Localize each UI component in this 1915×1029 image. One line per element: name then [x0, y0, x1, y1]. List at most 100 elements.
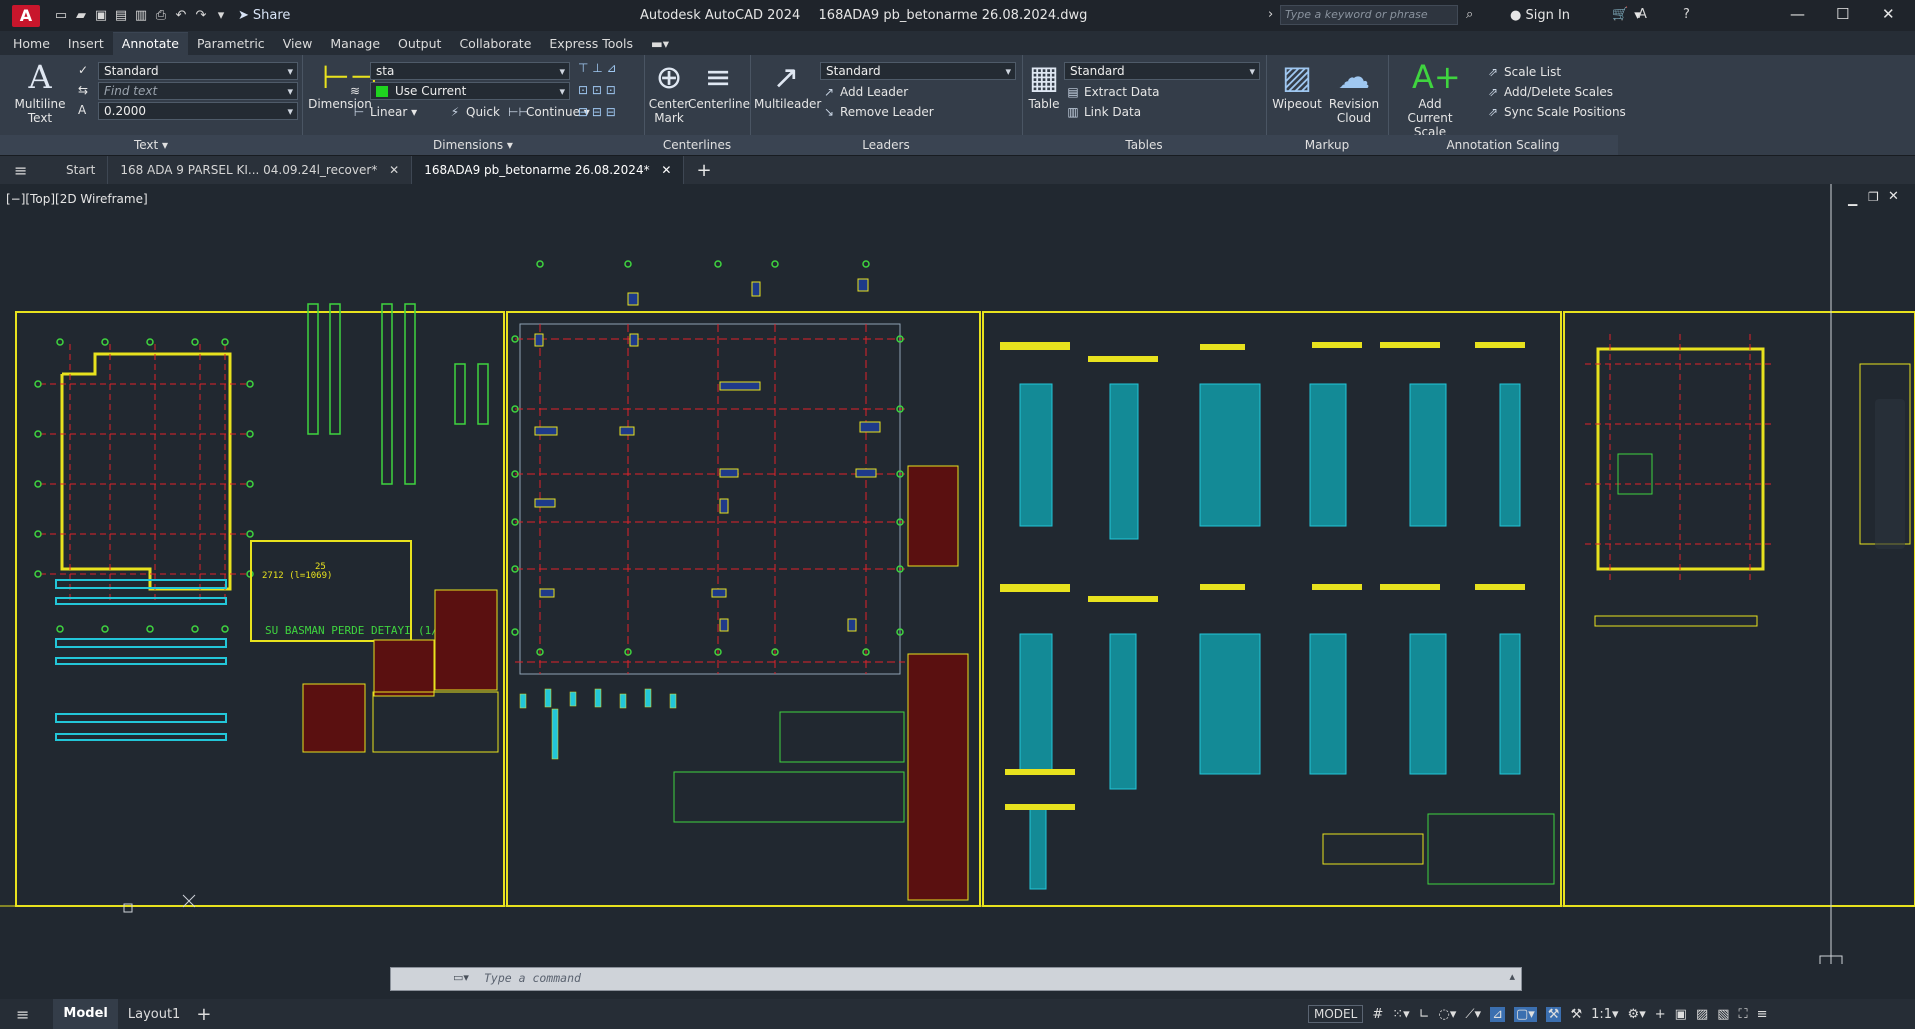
file-tab-active[interactable]: 168ADA9 pb_betonarme 26.08.2024* ✕	[412, 156, 685, 184]
scale-list-button[interactable]: ⇗ Scale List	[1486, 65, 1561, 79]
dim-style-combo[interactable]: sta	[370, 62, 570, 80]
drawing-viewport[interactable]: [−][Top][2D Wireframe] ▁ ❐ ✕ 2712 (l=106…	[0, 184, 1915, 964]
hardware-accel-icon[interactable]: ▨	[1696, 1007, 1708, 1022]
file-tab-recover[interactable]: 168 ADA 9 PARSEL KI... 04.09.24l_recover…	[108, 156, 413, 184]
tab-parametric[interactable]: Parametric	[188, 33, 274, 55]
close-icon[interactable]: ✕	[661, 163, 671, 177]
minimize-button[interactable]: —	[1790, 5, 1805, 23]
navigation-bar[interactable]	[1870, 399, 1910, 549]
publish-icon[interactable]: ▥	[134, 8, 148, 23]
customize-toolbar-icon[interactable]: ▾	[214, 8, 228, 23]
tab-annotate[interactable]: Annotate	[112, 32, 188, 55]
snap-icon[interactable]: ⁙▾	[1392, 1007, 1409, 1022]
dim-layer-combo[interactable]: Use Current	[370, 82, 570, 100]
nav-wheel-icon[interactable]	[1875, 399, 1905, 549]
ortho-icon[interactable]: ∟	[1419, 1007, 1430, 1022]
multileader-button[interactable]: ↗ Multileader	[754, 59, 821, 111]
linear-dim-button[interactable]: ⊢ Linear ▾	[352, 105, 417, 119]
revision-cloud-button[interactable]: ☁ Revision Cloud	[1326, 59, 1382, 125]
autocad-logo-icon[interactable]: A	[12, 4, 40, 27]
centerline-button[interactable]: ≡ Centerline	[688, 59, 750, 111]
autodesk-account-icon[interactable]: A	[1638, 7, 1647, 22]
dim-tools-icons-row2[interactable]: ⊡ ⊡ ⊡	[578, 83, 616, 97]
add-leader-button[interactable]: ↗ Add Leader	[822, 85, 908, 99]
model-layout-tab[interactable]: Model	[53, 999, 118, 1029]
table-style-combo[interactable]: Standard	[1064, 62, 1260, 80]
quick-dim-button[interactable]: ⚡ Quick	[448, 105, 500, 119]
share-button[interactable]: ➤ Share	[238, 8, 290, 23]
isolate-icon[interactable]: ▣	[1675, 1007, 1687, 1022]
new-tab-icon[interactable]: +	[696, 160, 711, 181]
layout-menu-icon[interactable]: ≡	[16, 1005, 29, 1024]
search-expand-icon[interactable]: ›	[1268, 7, 1273, 22]
command-prompt-icon[interactable]: ▭▾	[453, 971, 469, 984]
plot-icon[interactable]: ⎙	[154, 8, 168, 23]
hamburger-menu-icon[interactable]: ≡	[14, 161, 34, 180]
link-data-button[interactable]: ▥ Link Data	[1066, 105, 1141, 119]
extract-data-button[interactable]: ▤ Extract Data	[1066, 85, 1159, 99]
autoscale-icon[interactable]: ⚒	[1570, 1007, 1582, 1022]
close-icon[interactable]: ✕	[389, 163, 399, 177]
maximize-button[interactable]: ☐	[1836, 5, 1849, 23]
text-panel-title[interactable]: Text ▾	[0, 135, 302, 155]
help-search-input[interactable]: Type a keyword or phrase	[1280, 5, 1458, 25]
customize-status-icon[interactable]: ≡	[1757, 1007, 1768, 1022]
wipeout-button[interactable]: ▨ Wipeout	[1270, 59, 1324, 111]
tab-collaborate[interactable]: Collaborate	[450, 33, 540, 55]
osnap-icon[interactable]: ⊿	[1490, 1006, 1505, 1022]
annotation-visibility-icon[interactable]: ⚒	[1545, 1006, 1562, 1022]
dimension-button[interactable]: ⊢⊣ Dimension	[308, 59, 378, 111]
polar-icon[interactable]: ◌▾	[1439, 1007, 1457, 1022]
search-icon[interactable]: ⌕	[1466, 7, 1473, 22]
model-space-toggle[interactable]: MODEL	[1308, 1005, 1364, 1023]
tab-view[interactable]: View	[274, 33, 322, 55]
find-text-input[interactable]: Find text	[98, 82, 298, 100]
leaders-panel-title[interactable]: Leaders	[750, 135, 1022, 155]
grid-icon[interactable]: #	[1372, 1007, 1383, 1022]
dim-tools-icons-row1[interactable]: ⊤ ⊥ ⊿	[578, 61, 617, 75]
fullscreen-icon[interactable]: ⛶	[1739, 1007, 1748, 1022]
add-layout-icon[interactable]: +	[196, 1004, 211, 1025]
mleader-style-combo[interactable]: Standard	[820, 62, 1016, 80]
tab-express-tools[interactable]: Express Tools	[540, 33, 642, 55]
text-style-combo[interactable]: Standard	[98, 62, 298, 80]
open-folder-icon[interactable]: ▰	[74, 8, 88, 23]
dim-tools-icons-row3[interactable]: ⊟ ⊟ ⊟	[578, 105, 616, 119]
isodraft-icon[interactable]: ⟋▾	[1465, 1007, 1481, 1022]
text-height-combo[interactable]: 0.2000	[98, 102, 298, 120]
multiline-text-button[interactable]: A Multiline Text	[10, 59, 70, 125]
table-button[interactable]: ▦ Table	[1024, 59, 1064, 111]
tab-manage[interactable]: Manage	[321, 33, 389, 55]
command-input[interactable]: Type a command	[484, 971, 581, 985]
cart-icon[interactable]: 🛒	[1612, 7, 1628, 22]
tab-output[interactable]: Output	[389, 33, 450, 55]
redo-icon[interactable]: ↷	[194, 8, 208, 23]
tab-insert[interactable]: Insert	[59, 33, 113, 55]
new-file-icon[interactable]: ▭	[54, 8, 68, 23]
remove-leader-button[interactable]: ↘ Remove Leader	[822, 105, 934, 119]
clean-screen-icon[interactable]: ▧	[1717, 1007, 1729, 1022]
object-snap-icon[interactable]: ▢▾	[1513, 1006, 1537, 1022]
command-history-icon[interactable]: ▴	[1509, 970, 1515, 983]
close-button[interactable]: ✕	[1882, 5, 1895, 23]
annotation-scale[interactable]: 1:1▾	[1591, 1007, 1618, 1022]
tab-home[interactable]: Home	[4, 33, 59, 55]
settings-gear-icon[interactable]: ⚙▾	[1628, 1007, 1646, 1022]
quick-dim-icon: ⚡	[450, 105, 460, 119]
add-delete-scales-button[interactable]: ⇗ Add/Delete Scales	[1486, 85, 1613, 99]
dimensions-panel-title[interactable]: Dimensions ▾	[302, 135, 644, 155]
center-mark-button[interactable]: ⊕ Center Mark	[646, 59, 692, 125]
save-icon[interactable]: ▣	[94, 8, 108, 23]
layout1-tab[interactable]: Layout1	[118, 1007, 190, 1022]
tables-panel-title[interactable]: Tables	[1022, 135, 1266, 155]
add-icon[interactable]: +	[1655, 1007, 1666, 1022]
undo-icon[interactable]: ↶	[174, 8, 188, 23]
sync-scale-button[interactable]: ⇗ Sync Scale Positions	[1486, 105, 1626, 119]
command-line[interactable]: ▭▾ Type a command ▴	[390, 967, 1522, 991]
help-icon[interactable]: ?	[1683, 7, 1690, 22]
save-as-icon[interactable]: ▤	[114, 8, 128, 23]
ribbon-toggle-icon[interactable]: ▬▾	[642, 33, 678, 55]
wipeout-icon: ▨	[1281, 58, 1313, 96]
add-current-scale-button[interactable]: A+ Add Current Scale	[1390, 59, 1470, 139]
start-tab[interactable]: Start	[54, 156, 109, 184]
